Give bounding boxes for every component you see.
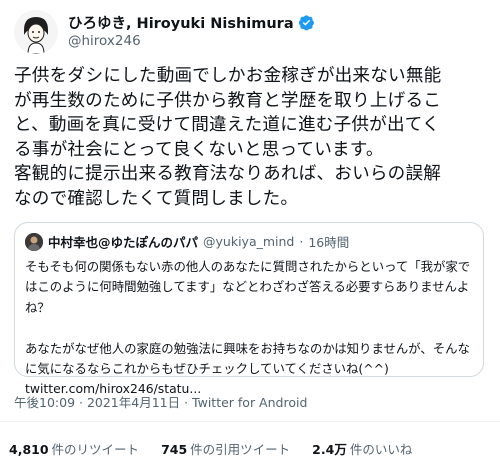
- quote-tweets-count: 745: [161, 442, 188, 457]
- author-display-name[interactable]: ひろゆき, Hiroyuki Nishimura: [68, 12, 294, 33]
- retweets-stat[interactable]: 4,810 件のリツイート: [9, 439, 139, 458]
- retweets-count: 4,810: [9, 442, 49, 457]
- quoted-tweet-header: 中村幸也@ゆたぽんのパパ @yukiya_mind · 16時間: [25, 232, 349, 251]
- tweet-text: 子供をダシにした動画でしかお金稼ぎが出来ない無能 が再生数のために子供から教育と…: [14, 66, 442, 209]
- verified-badge-icon: [298, 14, 315, 31]
- quote-tweets-stat[interactable]: 745 件の引用ツイート: [161, 439, 290, 458]
- quoted-tweet[interactable]: 中村幸也@ゆたぽんのパパ @yukiya_mind · 16時間 そもそも何の関…: [14, 222, 484, 396]
- quoted-timestamp: 16時間: [308, 235, 350, 250]
- engagement-stats: 4,810 件のリツイート 745 件の引用ツイート 2.4万 件のいいね: [9, 439, 434, 458]
- likes-label: 件のいいね: [349, 442, 413, 457]
- likes-count: 2.4万: [312, 442, 347, 457]
- tweet-metadata: 午後10:09 · 2021年4月11日 · Twitter for Andro…: [14, 395, 308, 410]
- retweets-label: 件のリツイート: [51, 442, 140, 457]
- author-handle[interactable]: @hirox246: [68, 33, 141, 49]
- quoted-separator: ·: [299, 234, 304, 249]
- quote-tweets-label: 件の引用ツイート: [190, 442, 291, 457]
- likes-stat[interactable]: 2.4万 件のいいね: [312, 439, 412, 458]
- tweet-header: ひろゆき, Hiroyuki Nishimura @hirox246: [14, 10, 484, 54]
- quoted-author-avatar: [25, 232, 43, 251]
- divider: [0, 421, 500, 422]
- author-avatar[interactable]: [14, 10, 58, 54]
- quoted-author-name: 中村幸也@ゆたぽんのパパ: [48, 235, 199, 250]
- quoted-tweet-text: そもそも何の関係もない赤の他人のあなたに質問されたからといって「我が家で はこの…: [25, 259, 471, 397]
- quoted-author-handle: @yukiya_mind: [203, 234, 295, 249]
